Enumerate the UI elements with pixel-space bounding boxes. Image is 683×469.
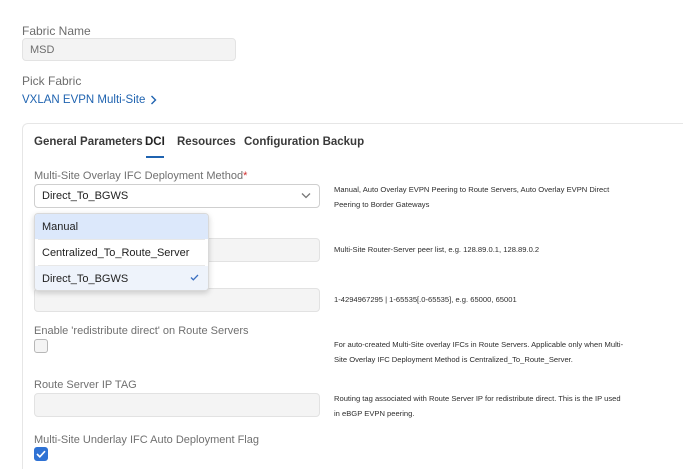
tab-configuration-backup[interactable]: Configuration Backup [244, 136, 364, 148]
pick-fabric-label: Pick Fabric [22, 74, 82, 88]
checkmark-icon [36, 450, 46, 458]
deploy-method-dropdown: Manual Centralized_To_Route_Server Direc… [34, 213, 209, 291]
route-server-asn-help: 1-4294967295 | 1-65535[.0-65535], e.g. 6… [334, 295, 517, 304]
fabric-name-value: MSD [30, 43, 55, 56]
checkmark-icon [190, 274, 199, 281]
route-server-asn-input[interactable] [34, 288, 320, 312]
dropdown-option-label: Manual [42, 220, 79, 233]
required-mark: * [243, 170, 248, 182]
tab-resources[interactable]: Resources [177, 136, 236, 148]
route-server-ip-tag-input[interactable] [34, 393, 320, 417]
route-server-ip-tag-label: Route Server IP TAG [34, 379, 137, 391]
redistribute-direct-checkbox[interactable] [34, 339, 48, 353]
pick-fabric-link-text: VXLAN EVPN Multi-Site [22, 94, 146, 106]
deploy-method-label: Multi-Site Overlay IFC Deployment Method… [34, 170, 247, 182]
dropdown-option-direct-to-bgws[interactable]: Direct_To_BGWS [35, 266, 208, 290]
dropdown-option-centralized[interactable]: Centralized_To_Route_Server [35, 240, 208, 265]
tab-general-parameters[interactable]: General Parameters [34, 136, 143, 148]
active-tab-indicator [146, 156, 164, 158]
fabric-name-field: MSD [22, 38, 236, 61]
underlay-auto-deploy-checkbox[interactable] [34, 447, 48, 461]
deploy-method-value: Direct_To_BGWS [42, 190, 129, 202]
dropdown-option-manual[interactable]: Manual [35, 214, 208, 239]
fabric-name-label: Fabric Name [22, 24, 91, 38]
route-server-ip-tag-help: Routing tag associated with Route Server… [334, 394, 621, 418]
redistribute-direct-help: For auto-created Multi-Site overlay IFCs… [334, 340, 624, 364]
route-server-list-help: Multi-Site Router-Server peer list, e.g.… [334, 245, 540, 254]
deploy-method-label-text: Multi-Site Overlay IFC Deployment Method [34, 170, 244, 182]
dropdown-option-label: Centralized_To_Route_Server [42, 246, 190, 259]
dropdown-option-label: Direct_To_BGWS [42, 272, 129, 285]
deploy-method-select[interactable]: Direct_To_BGWS [34, 184, 320, 208]
chevron-down-icon [301, 193, 311, 199]
pick-fabric-link[interactable]: VXLAN EVPN Multi-Site [22, 94, 157, 106]
redistribute-direct-label: Enable 'redistribute direct' on Route Se… [34, 325, 249, 337]
tab-dci[interactable]: DCI [145, 136, 165, 148]
chevron-right-icon [151, 95, 157, 105]
settings-panel: General Parameters DCI Resources Configu… [22, 123, 683, 469]
underlay-auto-deploy-label: Multi-Site Underlay IFC Auto Deployment … [34, 434, 259, 446]
deploy-method-help: Manual, Auto Overlay EVPN Peering to Rou… [334, 185, 610, 209]
